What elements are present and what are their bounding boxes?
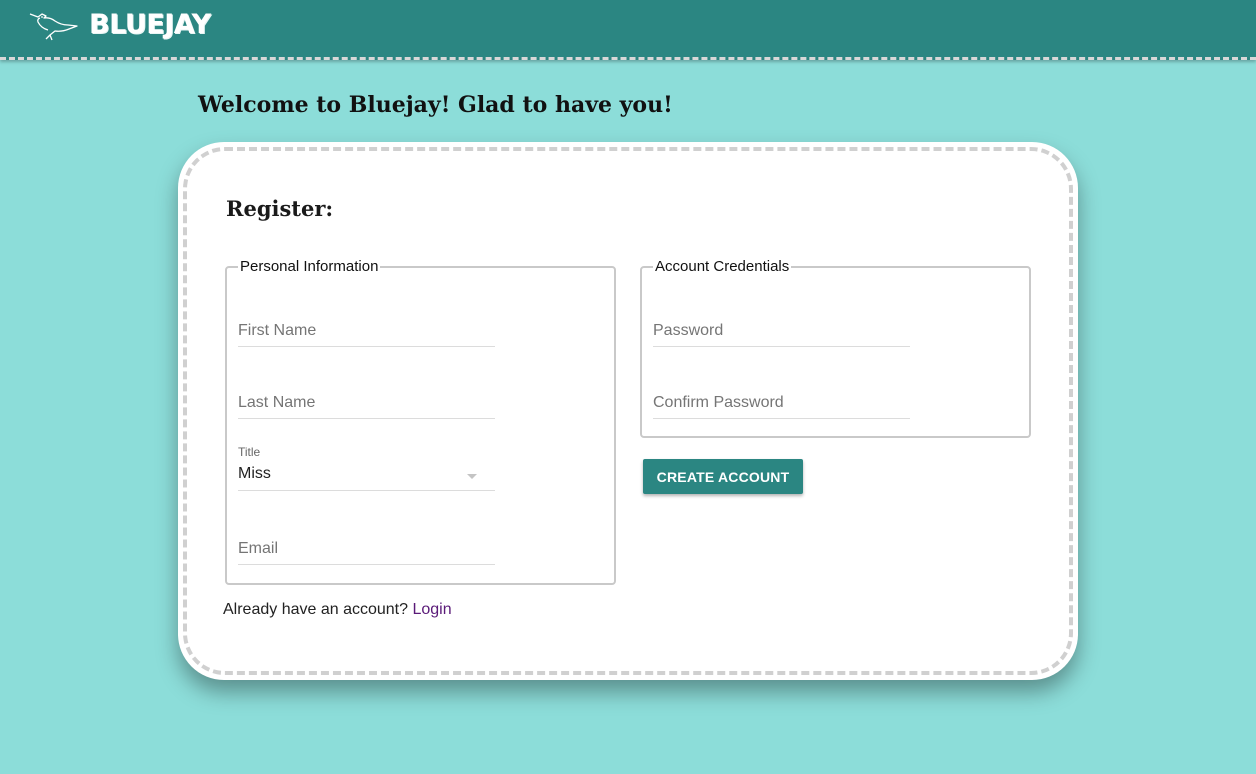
personal-information-legend: Personal Information — [240, 258, 379, 275]
confirm-password-input[interactable] — [653, 394, 910, 418]
title-select[interactable]: Miss — [238, 465, 495, 491]
register-title: Register: — [226, 196, 334, 221]
title-select-label: Title — [238, 445, 261, 459]
dropdown-caret-icon — [467, 474, 477, 479]
already-have-account-text: Already have an account? Login — [223, 601, 452, 619]
account-credentials-legend: Account Credentials — [655, 258, 790, 275]
create-account-button[interactable]: CREATE ACCOUNT — [643, 459, 803, 494]
confirm-password-field — [653, 394, 910, 419]
already-have-account-label: Already have an account? — [223, 601, 409, 618]
brand-logo-text[interactable]: BLUEJAY — [89, 9, 211, 40]
register-card: Register: Personal Information Title Mis… — [178, 142, 1078, 680]
title-select-value: Miss — [238, 465, 271, 482]
password-input[interactable] — [653, 322, 910, 346]
password-field — [653, 322, 910, 347]
last-name-input[interactable] — [238, 394, 495, 418]
email-field — [238, 540, 495, 565]
login-link[interactable]: Login — [412, 601, 451, 618]
top-nav-bar: BLUEJAY — [0, 0, 1256, 60]
last-name-field — [238, 394, 495, 419]
bluejay-bird-icon — [29, 13, 78, 41]
first-name-input[interactable] — [238, 322, 495, 346]
first-name-field — [238, 322, 495, 347]
personal-information-fieldset: Personal Information — [225, 258, 616, 585]
welcome-heading: Welcome to Bluejay! Glad to have you! — [198, 92, 673, 118]
email-input[interactable] — [238, 540, 495, 564]
